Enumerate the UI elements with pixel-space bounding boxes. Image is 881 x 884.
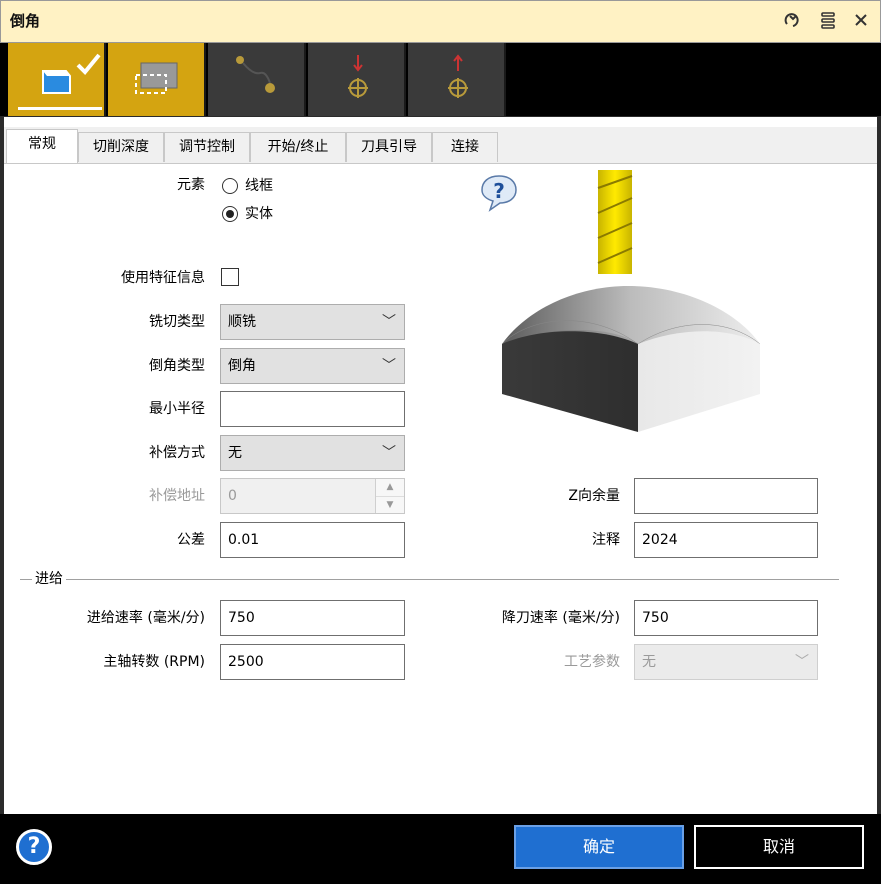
solid-element-icon: [18, 53, 102, 110]
chamfer-preview-image: [498, 168, 768, 442]
refresh-icon[interactable]: [783, 10, 803, 32]
milling-type-label: 铣切类型: [149, 314, 205, 330]
comp-address-value: 0: [228, 488, 237, 504]
region-element-icon: [135, 62, 178, 94]
comment-input[interactable]: 2024: [634, 522, 818, 558]
z-allowance-input[interactable]: [634, 478, 818, 514]
spin-up-icon[interactable]: ▲: [376, 479, 404, 496]
toolbar-element-solid[interactable]: [8, 43, 106, 116]
feed-divider: [20, 579, 839, 580]
end-point-icon: [448, 54, 468, 98]
chevron-down-icon: ﹀: [382, 445, 396, 461]
comp-method-value: 无: [228, 445, 242, 461]
tab-general[interactable]: 常规: [6, 129, 78, 163]
process-param-label: 工艺参数: [564, 654, 620, 670]
comment-label: 注释: [592, 532, 620, 548]
title-bar: [0, 0, 881, 43]
radio-wireframe-label: 线框: [245, 178, 273, 194]
feed-rate-label: 进给速率 (毫米/分): [86, 610, 205, 626]
radio-solid[interactable]: [222, 206, 238, 222]
comp-address-label: 补偿地址: [149, 488, 205, 504]
plunge-rate-input[interactable]: 750: [634, 600, 818, 636]
chevron-down-icon: ﹀: [382, 314, 396, 330]
comp-address-input[interactable]: 0 ▲ ▼: [220, 478, 405, 514]
tab-start-end[interactable]: 开始/终止: [250, 132, 346, 162]
feed-rate-input[interactable]: 750: [220, 600, 405, 636]
tab-strip: 常规 切削深度 调节控制 开始/终止 刀具引导 连接: [4, 127, 877, 164]
help-icon[interactable]: ?: [16, 829, 52, 865]
chamfer-type-label: 倒角类型: [149, 358, 205, 374]
plunge-rate-label: 降刀速率 (毫米/分): [501, 610, 620, 626]
element-label: 元素: [177, 177, 205, 193]
close-icon[interactable]: [851, 10, 871, 32]
chevron-down-icon: ﹀: [795, 654, 809, 670]
use-feature-label: 使用特征信息: [121, 270, 205, 286]
toolbar-end-point[interactable]: [408, 43, 506, 116]
comp-method-select[interactable]: 无 ﹀: [220, 435, 405, 471]
path-icon: [236, 56, 275, 93]
process-param-select[interactable]: 无 ﹀: [634, 644, 818, 680]
min-radius-input[interactable]: [220, 391, 405, 427]
z-allowance-label: Z向余量: [568, 488, 620, 504]
chamfer-type-value: 倒角: [228, 358, 256, 374]
milling-type-select[interactable]: 顺铣 ﹀: [220, 304, 405, 340]
feed-section-label: 进给: [32, 568, 66, 590]
tab-cut-depth[interactable]: 切削深度: [78, 132, 164, 162]
toolbar-path[interactable]: [208, 43, 306, 116]
chamfer-type-select[interactable]: 倒角 ﹀: [220, 348, 405, 384]
tab-connect[interactable]: 连接: [432, 132, 498, 162]
toolbar-element-region[interactable]: [108, 43, 206, 116]
spin-down-icon[interactable]: ▼: [376, 496, 404, 514]
menu-icon[interactable]: [818, 10, 838, 32]
radio-wireframe[interactable]: [222, 178, 238, 194]
spinner[interactable]: ▲ ▼: [375, 479, 404, 513]
toolbar-start-point[interactable]: [308, 43, 406, 116]
process-param-value: 无: [642, 654, 656, 670]
spindle-speed-input[interactable]: 2500: [220, 644, 405, 680]
tab-adjust-control[interactable]: 调节控制: [164, 132, 250, 162]
min-radius-label: 最小半径: [149, 401, 205, 417]
start-point-icon: [348, 55, 368, 98]
tab-tool-guide[interactable]: 刀具引导: [346, 132, 432, 162]
spindle-speed-label: 主轴转数 (RPM): [103, 654, 205, 670]
tolerance-label: 公差: [177, 532, 205, 548]
cancel-button[interactable]: 取消: [694, 825, 864, 869]
tolerance-input[interactable]: 0.01: [220, 522, 405, 558]
radio-solid-label: 实体: [245, 206, 273, 222]
milling-type-value: 顺铣: [228, 314, 256, 330]
window-title: 倒角: [10, 12, 41, 30]
comp-method-label: 补偿方式: [149, 445, 205, 461]
chevron-down-icon: ﹀: [382, 358, 396, 374]
ok-button[interactable]: 确定: [514, 825, 684, 869]
use-feature-checkbox[interactable]: [221, 268, 239, 286]
